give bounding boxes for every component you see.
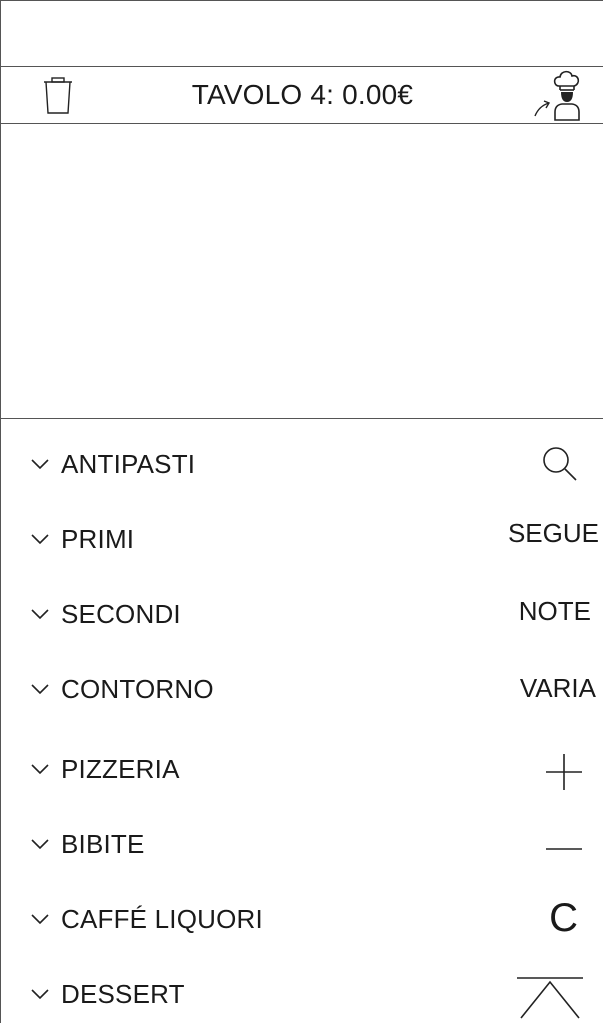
send-to-kitchen-button[interactable] [529,70,591,122]
clear-button[interactable]: C [526,888,578,948]
chevron-down-icon [31,839,49,850]
minus-icon [546,848,582,850]
category-pizzeria[interactable]: PIZZERIA [31,739,391,799]
order-items-area [1,124,603,419]
category-antipasti[interactable]: ANTIPASTI [31,434,391,494]
category-label: CONTORNO [61,673,214,704]
category-label: ANTIPASTI [61,448,196,479]
chevron-down-icon [31,684,49,695]
category-label: PRIMI [61,523,135,554]
clear-label: C [549,896,578,940]
chevron-down-icon [31,914,49,925]
category-label: SECONDI [61,598,181,629]
varia-label: VARIA [519,672,596,703]
chevron-down-icon [31,609,49,620]
note-button[interactable]: NOTE [471,581,591,641]
plus-button[interactable] [526,742,586,802]
category-caffe-liquori[interactable]: CAFFÉ LIQUORI [31,889,391,949]
chevron-down-icon [31,534,49,545]
category-contorno[interactable]: CONTORNO [31,659,391,719]
chevron-down-icon [31,459,49,470]
search-button[interactable] [521,433,581,493]
category-primi[interactable]: PRIMI [31,509,391,569]
header-bar: TAVOLO 4: 0.00€ [1,67,603,124]
category-label: BIBITE [61,828,145,859]
top-bar [1,1,603,67]
trash-button[interactable] [38,75,78,115]
segue-button[interactable]: SEGUE [471,503,599,563]
app-root: TAVOLO 4: 0.00€ ANTIPASTI PRIMI SECONDI … [0,0,603,1023]
category-bibite[interactable]: BIBITE [31,814,391,874]
chevron-down-icon [31,764,49,775]
collapse-button[interactable] [513,966,585,1023]
category-label: CAFFÉ LIQUORI [61,903,263,934]
trash-icon [44,77,72,114]
chevron-down-icon [31,989,49,1000]
note-label: NOTE [518,595,591,626]
category-label: DESSERT [61,978,185,1009]
chevron-up-icon [517,977,583,1019]
plus-icon [546,754,582,790]
minus-button[interactable] [526,819,586,879]
segue-label: SEGUE [507,517,599,548]
category-secondi[interactable]: SECONDI [31,584,391,644]
varia-button[interactable]: VARIA [471,658,596,718]
chef-send-icon [534,70,580,121]
page-title: TAVOLO 4: 0.00€ [191,79,414,110]
category-dessert[interactable]: DESSERT [31,964,391,1023]
category-label: PIZZERIA [61,753,180,784]
search-icon [543,447,577,481]
